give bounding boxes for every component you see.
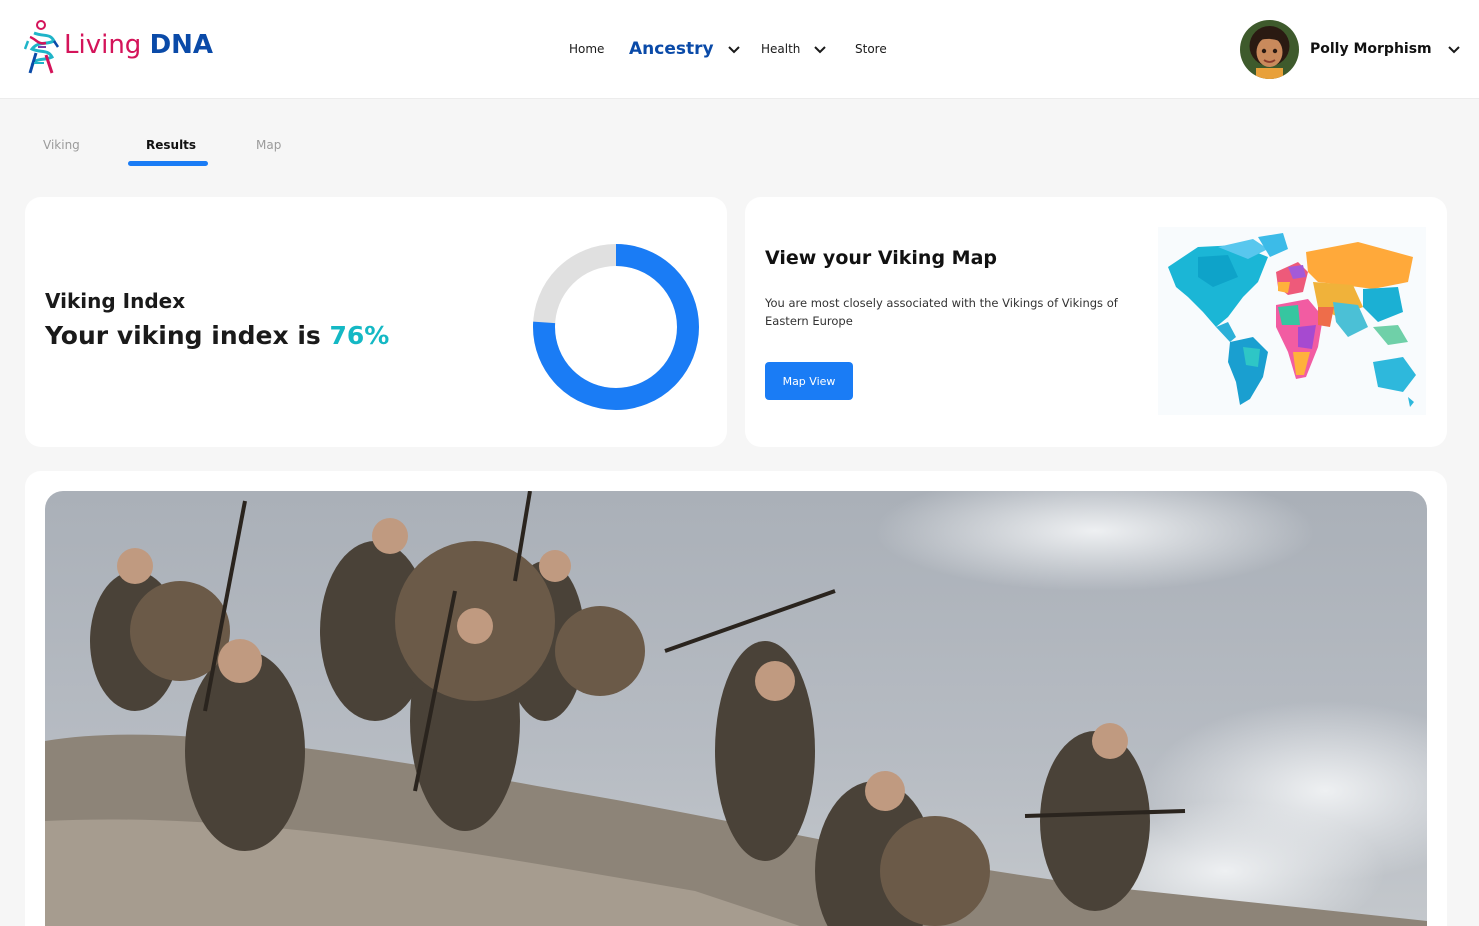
nav-health-text: Health <box>761 42 801 56</box>
tab-map[interactable]: Map <box>256 138 281 152</box>
viking-index-donut-chart <box>533 244 699 410</box>
logo-living-text: Living <box>64 30 142 60</box>
nav-home[interactable]: Home <box>569 34 604 64</box>
living-dna-logo[interactable]: Living DNA <box>24 19 213 77</box>
avatar[interactable] <box>1240 19 1299 79</box>
viking-warriors-photo <box>45 491 1427 926</box>
logo-dna-text: DNA <box>149 30 214 60</box>
map-view-button[interactable]: Map View <box>765 362 853 400</box>
chevron-down-icon[interactable] <box>1446 41 1462 57</box>
viking-index-prefix: Your viking index is <box>45 321 330 350</box>
chevron-down-icon <box>727 46 740 54</box>
nav-home-label[interactable]: Home <box>569 42 604 56</box>
user-menu[interactable]: Polly Morphism <box>1240 19 1462 79</box>
top-header: Living DNA Home Ancestry Health Store Po… <box>0 0 1479 99</box>
tab-viking[interactable]: Viking <box>43 138 80 152</box>
user-name[interactable]: Polly Morphism <box>1310 41 1432 57</box>
nav-ancestry[interactable]: Ancestry <box>629 34 742 64</box>
nav-health[interactable]: Health <box>761 34 828 64</box>
dna-figure-icon <box>24 20 60 74</box>
user-avatar-image <box>1240 19 1299 79</box>
viking-index-card: Viking Index Your viking index is 76% <box>25 197 727 447</box>
nav-health-label[interactable]: Health <box>761 41 828 57</box>
viking-map-title: View your Viking Map <box>765 247 997 269</box>
viking-hero-card <box>25 471 1447 926</box>
viking-index-statement: Your viking index is 76% <box>45 321 389 350</box>
nav-store[interactable]: Store <box>855 34 887 64</box>
nav-ancestry-text: Ancestry <box>629 39 714 59</box>
viking-index-title: Viking Index <box>45 289 186 313</box>
world-map-image[interactable] <box>1158 227 1426 415</box>
logo-wordmark: Living DNA <box>64 32 213 58</box>
active-tab-indicator <box>128 161 208 166</box>
viking-map-description: You are most closely associated with the… <box>765 296 1118 328</box>
viking-index-percent: 76% <box>329 321 390 350</box>
viking-map-card: View your Viking Map You are most closel… <box>745 197 1447 447</box>
nav-store-label[interactable]: Store <box>855 42 887 56</box>
nav-ancestry-label[interactable]: Ancestry <box>629 39 742 59</box>
chevron-down-icon <box>814 46 827 54</box>
tab-results[interactable]: Results <box>146 138 196 152</box>
